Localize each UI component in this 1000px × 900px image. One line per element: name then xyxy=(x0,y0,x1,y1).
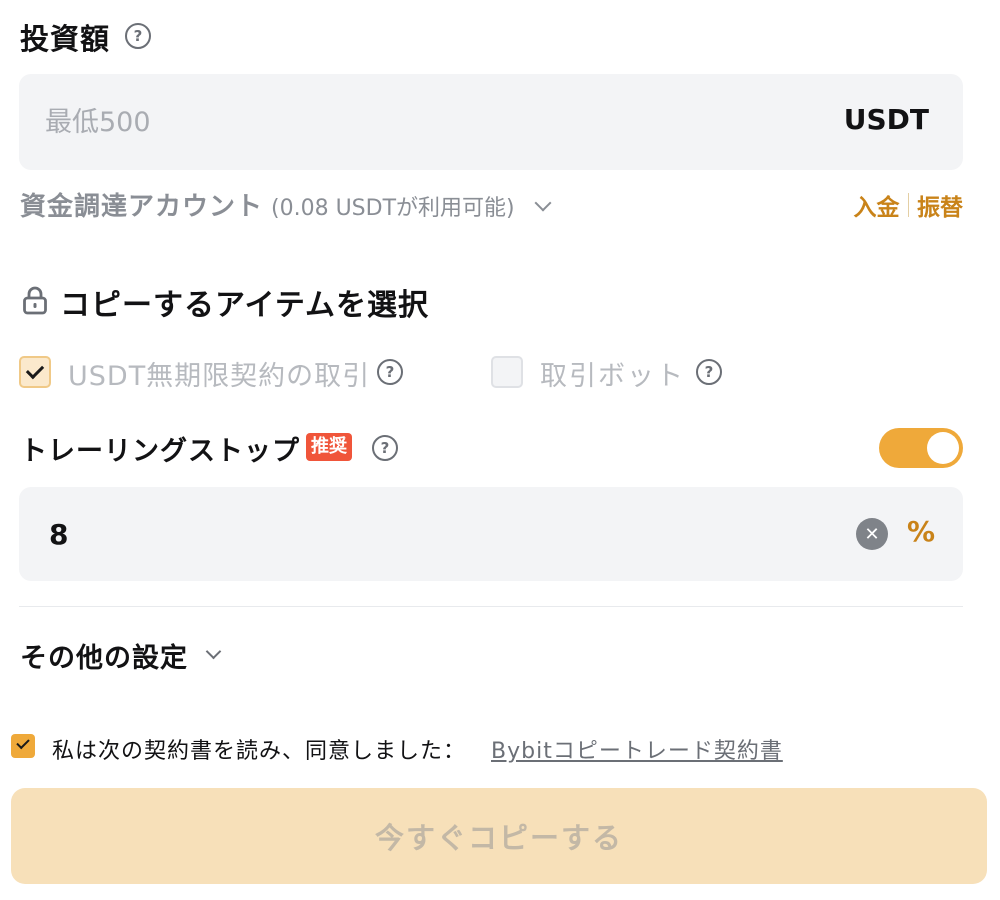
help-circle-icon[interactable]: ? xyxy=(372,435,398,461)
trailing-stop-toggle[interactable] xyxy=(879,428,963,468)
copy-now-button[interactable]: 今すぐコピーする xyxy=(11,788,987,884)
amount-unit: USDT xyxy=(843,103,929,136)
checkmark-icon xyxy=(25,360,45,380)
deposit-link[interactable]: 入金 xyxy=(854,188,900,222)
toggle-knob xyxy=(927,432,959,464)
trading-bot-label: 取引ボット xyxy=(540,361,685,392)
agreement-checkbox[interactable] xyxy=(11,734,35,758)
other-settings-toggle[interactable]: その他の設定 xyxy=(20,636,222,675)
percent-unit: % xyxy=(907,515,936,548)
clear-icon[interactable]: ✕ xyxy=(856,518,888,550)
other-settings-label: その他の設定 xyxy=(20,643,188,674)
transfer-link[interactable]: 振替 xyxy=(917,188,963,222)
checkmark-icon xyxy=(16,735,30,750)
funding-account-selector[interactable]: 資金調達アカウント (0.08 USDTが利用可能) xyxy=(20,186,552,223)
investment-title: 投資額 xyxy=(20,22,111,56)
trailing-stop-field[interactable]: ✕ % xyxy=(19,487,963,581)
help-circle-icon[interactable]: ? xyxy=(125,23,151,49)
agreement-text: 私は次の契約書を読み、同意しました： xyxy=(52,739,467,764)
agreement-link[interactable]: Bybitコピートレード契約書 xyxy=(491,733,783,765)
trailing-stop-input[interactable] xyxy=(49,513,749,555)
trading-bot-checkbox[interactable] xyxy=(491,356,523,388)
chevron-down-icon[interactable] xyxy=(534,194,552,212)
help-circle-icon[interactable]: ? xyxy=(696,359,722,385)
amount-input[interactable] xyxy=(45,102,745,142)
funding-actions: 入金 振替 xyxy=(854,188,963,222)
funding-balance: (0.08 USDTが利用可能) xyxy=(271,196,515,221)
amount-field[interactable]: USDT xyxy=(19,74,963,170)
section-divider xyxy=(19,606,963,607)
funding-account-label: 資金調達アカウント xyxy=(20,192,264,222)
usdt-perpetual-label: USDT無期限契約の取引 xyxy=(68,361,371,392)
lock-icon xyxy=(23,286,47,315)
divider xyxy=(907,193,909,217)
usdt-perpetual-checkbox[interactable] xyxy=(19,356,51,388)
recommended-badge: 推奨 xyxy=(306,433,352,461)
chevron-down-icon xyxy=(205,643,222,660)
copy-items-title: コピーするアイテムを選択 xyxy=(60,288,429,323)
help-circle-icon[interactable]: ? xyxy=(377,359,403,385)
trailing-stop-label: トレーリングストップ xyxy=(20,436,300,467)
